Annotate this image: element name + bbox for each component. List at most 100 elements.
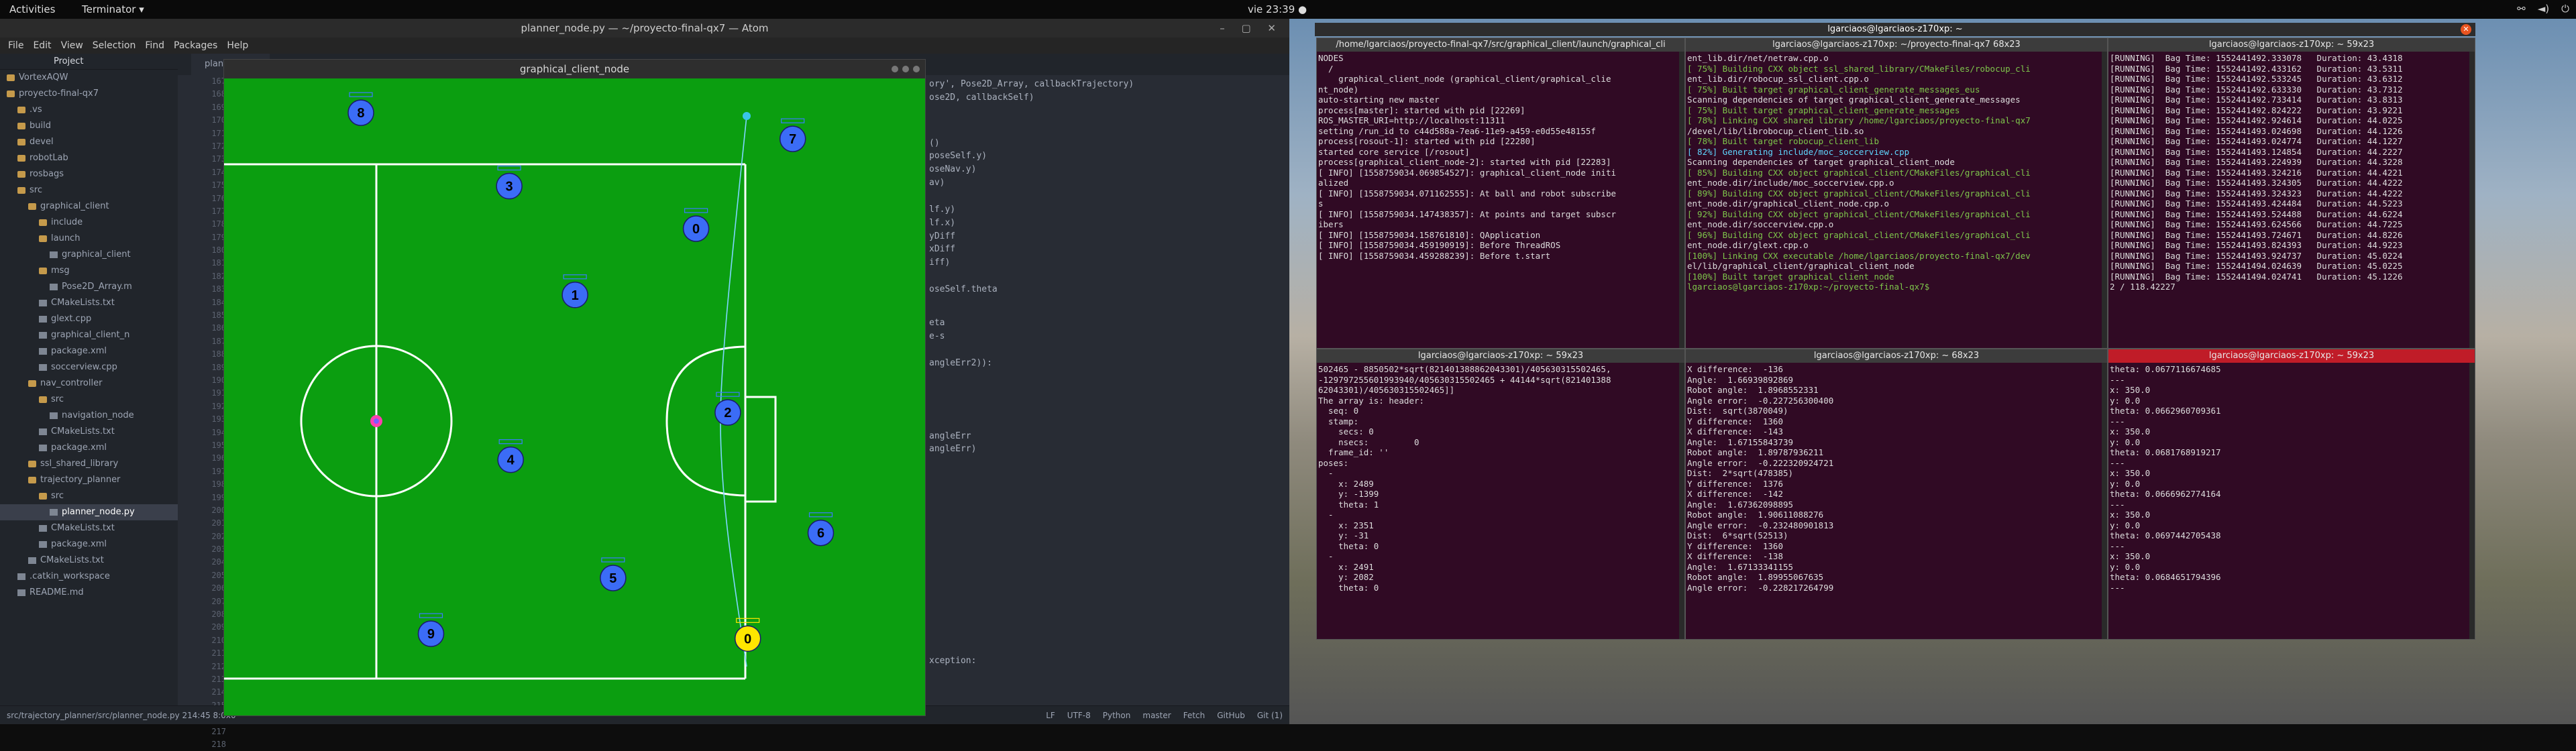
status-item[interactable]: Python <box>1103 706 1131 725</box>
file-icon <box>17 573 25 580</box>
tree-file[interactable]: package.xml <box>0 440 178 456</box>
menu-item-find[interactable]: Find <box>145 38 164 54</box>
terminal-line: [ INFO] [1558759034.071162555]: At ball … <box>1318 188 1617 198</box>
tree-folder[interactable]: msg <box>0 263 178 279</box>
menu-item-help[interactable]: Help <box>227 38 248 54</box>
menu-item-edit[interactable]: Edit <box>33 38 51 54</box>
menu-item-packages[interactable]: Packages <box>174 38 217 54</box>
terminal-line: --- <box>2110 582 2125 593</box>
tree-file[interactable]: Pose2D_Array.m <box>0 279 178 295</box>
tree-folder[interactable]: build <box>0 118 178 134</box>
menu-item-view[interactable]: View <box>61 38 83 54</box>
system-tray[interactable]: ⚯ ◄) ⏻ <box>2517 3 2569 15</box>
terminal-output[interactable]: ent_lib.dir/net/netraw.cpp.o[ 75%] Build… <box>1687 53 2100 347</box>
status-file-path[interactable]: src/trajectory_planner/src/planner_node.… <box>7 706 236 725</box>
tree-file[interactable]: graphical_client <box>0 247 178 263</box>
tree-file[interactable]: CMakeLists.txt <box>0 520 178 536</box>
terminal-line: [RUNNING] Bag Time: 1552441493.324305 Du… <box>2110 178 2403 188</box>
terminal-line: stamp: <box>1318 416 1359 426</box>
soccer-field[interactable]: 8 7 3 0 1 2 4 6 5 9 0 <box>224 78 925 715</box>
tree-file[interactable]: CMakeLists.txt <box>0 295 178 311</box>
terminal-line: --- <box>2110 457 2125 468</box>
close-icon[interactable]: ✕ <box>2461 24 2471 35</box>
status-item[interactable]: master <box>1142 706 1171 725</box>
file-icon <box>50 508 58 516</box>
terminal-scrollbar[interactable] <box>2469 363 2475 639</box>
tree-folder[interactable]: robotLab <box>0 150 178 166</box>
tree-folder[interactable]: proyecto-final-qx7 <box>0 86 178 102</box>
tree-folder[interactable]: launch <box>0 231 178 247</box>
tree-folder[interactable]: rosbags <box>0 166 178 182</box>
status-item[interactable]: GitHub <box>1217 706 1245 725</box>
terminal-line: y: -1399 <box>1318 489 1379 499</box>
terminal-pane-6[interactable]: lgarciaos@lgarciaos-z170xp: ~ 59x23 theta… <box>2108 349 2475 640</box>
terminal-pane-title: lgarciaos@lgarciaos-z170xp: ~ 59x23 <box>2108 349 2475 363</box>
status-item[interactable]: LF <box>1046 706 1055 725</box>
tree-file[interactable]: CMakeLists.txt <box>0 553 178 569</box>
tree-file[interactable]: .catkin_workspace <box>0 569 178 585</box>
terminal-scrollbar[interactable] <box>2102 363 2107 639</box>
tree-file[interactable]: graphical_client_n <box>0 327 178 343</box>
tree-folder[interactable]: src <box>0 488 178 504</box>
folder-icon <box>17 186 25 194</box>
tree-folder[interactable]: ssl_shared_library <box>0 456 178 472</box>
tree-folder[interactable]: graphical_client <box>0 198 178 215</box>
status-item[interactable]: Git (1) <box>1257 706 1283 725</box>
tree-file[interactable]: README.md <box>0 585 178 601</box>
status-item[interactable]: Fetch <box>1183 706 1205 725</box>
terminal-line: [ 78%] Linking CXX shared library /home/… <box>1687 115 2031 125</box>
tree-label: soccerview.cpp <box>51 362 117 372</box>
code-line: iff) <box>929 257 951 268</box>
tree-folder[interactable]: src <box>0 392 178 408</box>
tree-file[interactable]: package.xml <box>0 343 178 359</box>
terminal-line: y: 2082 <box>1318 572 1374 582</box>
tree-file[interactable]: glext.cpp <box>0 311 178 327</box>
tree-folder[interactable]: VortexAQW <box>0 70 178 86</box>
app-menu[interactable]: Terminator ▾ <box>82 3 144 15</box>
terminal-line: y: 0.0 <box>2110 520 2141 530</box>
tree-file[interactable]: soccerview.cpp <box>0 359 178 376</box>
svg-text:1: 1 <box>572 288 579 303</box>
tree-folder[interactable]: trajectory_planner <box>0 472 178 488</box>
terminal-output[interactable]: theta: 0.0677116674685 --- x: 350.0 y: 0.0 t… <box>2110 364 2468 638</box>
terminal-pane-4[interactable]: lgarciaos@lgarciaos-z170xp: ~ 59x23 50246… <box>1316 349 1685 640</box>
clock[interactable]: vie 23:39 ● <box>1248 3 1307 15</box>
terminal-line: [RUNNING] Bag Time: 1552441492.633330 Du… <box>2110 84 2403 95</box>
file-icon <box>39 444 47 451</box>
terminal-scrollbar[interactable] <box>1679 52 1684 348</box>
terminal-output[interactable]: X difference: -136 Angle: 1.66939892869 Ro… <box>1687 364 2100 638</box>
window-controls[interactable] <box>892 66 920 72</box>
folder-icon <box>17 170 25 178</box>
status-item[interactable]: UTF-8 <box>1067 706 1091 725</box>
code-line: lf.y) <box>929 205 956 215</box>
terminal-pane-5[interactable]: lgarciaos@lgarciaos-z170xp: ~ 68x23 X dif… <box>1685 349 2108 640</box>
tree-label: package.xml <box>51 346 107 356</box>
activities-button[interactable]: Activities <box>9 3 55 15</box>
terminal-pane-1[interactable]: /home/lgarciaos/proyecto-final-qx7/src/g… <box>1316 38 1685 349</box>
terminal-output[interactable]: [RUNNING] Bag Time: 1552441492.333078 Du… <box>2110 53 2468 347</box>
tree-label: src <box>30 185 42 195</box>
menu-item-file[interactable]: File <box>8 38 23 54</box>
atom-title-bar: planner_node.py — ~/proyecto-final-qx7 —… <box>0 19 1289 38</box>
terminal-line: [RUNNING] Bag Time: 1552441493.924737 Du… <box>2110 250 2403 261</box>
tree-folder[interactable]: src <box>0 182 178 198</box>
terminal-line: [ 75%] Built target graphical_client_gen… <box>1687 105 1960 115</box>
tree-folder[interactable]: include <box>0 215 178 231</box>
terminal-pane-2[interactable]: lgarciaos@lgarciaos-z170xp: ~/proyecto-f… <box>1685 38 2108 349</box>
tree-file[interactable]: navigation_node <box>0 408 178 424</box>
terminal-scrollbar[interactable] <box>2469 52 2475 348</box>
window-controls[interactable]: – ▢ ✕ <box>1220 19 1283 38</box>
menu-item-selection[interactable]: Selection <box>93 38 136 54</box>
terminal-scrollbar[interactable] <box>2102 52 2107 348</box>
tree-folder[interactable]: .vs <box>0 102 178 118</box>
tree-file[interactable]: package.xml <box>0 536 178 553</box>
tree-file[interactable]: planner_node.py <box>0 504 178 520</box>
terminal-pane-3[interactable]: lgarciaos@lgarciaos-z170xp: ~ 59x23 [RUNN… <box>2108 38 2475 349</box>
tree-folder[interactable]: devel <box>0 134 178 150</box>
tree-file[interactable]: CMakeLists.txt <box>0 424 178 440</box>
terminal-output[interactable]: 502465 - 8850502*sqrt(821401388862043301… <box>1318 364 1678 638</box>
terminal-output[interactable]: NODES / graphical_client_node (graphical… <box>1318 53 1678 347</box>
tree-view: Project VortexAQW proyecto-final-qx7 .vs bu… <box>0 54 178 719</box>
terminal-scrollbar[interactable] <box>1679 363 1684 639</box>
tree-folder[interactable]: nav_controller <box>0 376 178 392</box>
